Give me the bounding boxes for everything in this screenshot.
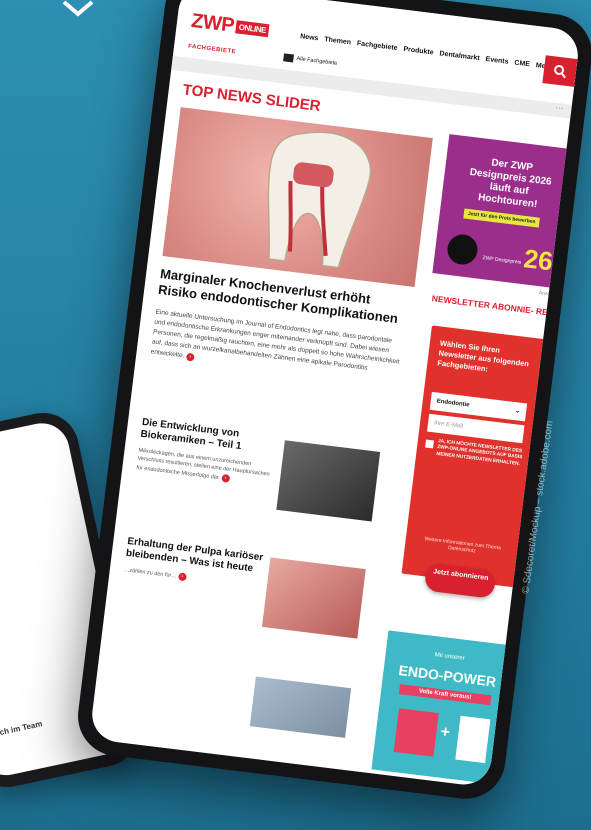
site-logo[interactable]: ZWP ONLINE — [190, 10, 270, 42]
more-icon[interactable]: ··· — [555, 103, 564, 113]
ad-number: 26 — [522, 243, 555, 277]
hero-image[interactable] — [162, 107, 433, 287]
dental-photo[interactable] — [261, 557, 366, 639]
newsletter-title: NEWSLETTER ABONNIE- REN — [431, 293, 555, 319]
grid-icon — [283, 53, 294, 63]
ad-logo-icon — [445, 232, 480, 267]
ad-small-text: ZWP Designpreis — [482, 255, 522, 266]
ad-label: Anzeige — [538, 290, 558, 299]
newsletter-form: Wählen Sie Ihren Newsletter aus folgende… — [401, 325, 546, 599]
newsletter-heading: Wählen Sie Ihren Newsletter aus folgende… — [436, 338, 530, 373]
search-button[interactable] — [542, 55, 578, 87]
subscribe-button[interactable]: Jetzt abonnieren — [423, 562, 497, 599]
nav-item-news[interactable]: News — [300, 33, 319, 42]
fachgebiete-label: FACHGEBIETE — [187, 43, 237, 56]
logo-text: ZWP — [189, 9, 236, 37]
search-icon — [554, 64, 566, 79]
product-box-image — [393, 708, 439, 757]
article-teaser[interactable]: Erhaltung der Pulpa kariöser bleibenden … — [123, 536, 267, 591]
ad-badge: Jetzt für den Preis bewerben — [463, 208, 540, 228]
read-more-icon[interactable]: › — [177, 572, 187, 582]
nav-item-events[interactable]: Events — [485, 56, 509, 66]
nav-item-themen[interactable]: Themen — [324, 36, 351, 46]
product-box-image — [455, 715, 491, 764]
tablet-device: ZWP ONLINE News Themen Fachgebiete Produk… — [73, 0, 591, 804]
article-teaser[interactable]: Die Entwicklung von Biokeramiken – Teil … — [136, 417, 282, 489]
nav-item-produkte[interactable]: Produkte — [403, 46, 434, 57]
logo-badge: ONLINE — [235, 20, 270, 38]
designpreis-ad[interactable]: Der ZWP Designpreis 2026 läuft auf Hocht… — [432, 134, 577, 289]
consent-text: Ja, ich möchte Newsletter des ZWP-online… — [436, 438, 523, 468]
endo-power-ad[interactable]: Mit unserer ENDO-POWER Volle Kraft vorau… — [371, 630, 516, 785]
sidebar: Der ZWP Designpreis 2026 läuft auf Hocht… — [371, 134, 578, 785]
ad-title: Der ZWP Designpreis 2026 läuft auf Hocht… — [469, 157, 553, 211]
arrow-icon — [62, 0, 94, 17]
article-thumbnail[interactable] — [249, 676, 352, 738]
privacy-info-link[interactable]: Weitere Informationen zum Thema Datensch… — [415, 535, 510, 558]
all-fachgebiete-label: Alle Fachgebiete — [296, 55, 338, 67]
tooth-illustration — [267, 131, 372, 269]
nav-item-cme[interactable]: CME — [514, 59, 530, 68]
nav-item-fachgebiete[interactable]: Fachgebiete — [356, 40, 397, 52]
plus-icon: + — [439, 723, 451, 742]
read-more-icon[interactable]: › — [221, 473, 230, 483]
tablet-screen: ZWP ONLINE News Themen Fachgebiete Produk… — [89, 0, 581, 788]
consent-checkbox[interactable] — [425, 439, 434, 449]
phone-article-title: sich im Team — [0, 719, 44, 739]
main-nav: News Themen Fachgebiete Produkte Dentalm… — [300, 33, 577, 74]
article-text-body: …zählen zu den für… — [123, 567, 178, 580]
select-value: Endodontie — [436, 398, 470, 409]
nav-item-dentalmarkt[interactable]: Dentalmarkt — [439, 50, 480, 62]
chevron-down-icon: ⌄ — [514, 408, 521, 415]
xray-image[interactable] — [276, 440, 381, 522]
read-more-icon[interactable]: › — [185, 352, 195, 362]
all-fachgebiete-link[interactable]: Alle Fachgebiete — [283, 53, 338, 68]
